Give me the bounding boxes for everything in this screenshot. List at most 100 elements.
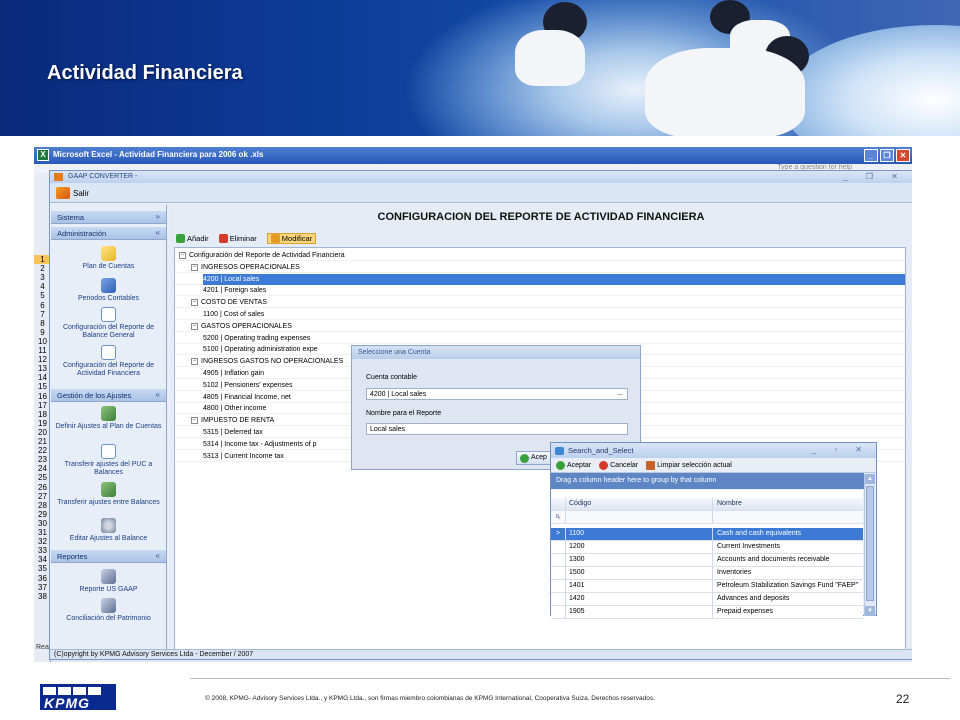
cuenta-field[interactable]: 4200 | Local sales ... <box>366 388 628 400</box>
footer-divider <box>190 678 950 679</box>
cell-codigo: 1200 <box>567 541 713 553</box>
search-window-icon <box>555 447 564 455</box>
document-icon <box>101 444 116 459</box>
section-reportes[interactable]: Reportes « <box>51 550 166 563</box>
collapse-icon[interactable]: − <box>191 263 198 271</box>
table-row[interactable]: 1420 Advances and deposits <box>551 593 863 606</box>
report-title: CONFIGURACION DEL REPORTE DE ACTIVIDAD F… <box>377 211 705 223</box>
column-header-codigo[interactable]: Código <box>567 498 713 510</box>
section-sistema-label: Sistema <box>57 213 85 222</box>
table-row[interactable]: 1300 Accounts and documents receivable <box>551 554 863 567</box>
tree-account-node[interactable]: 5100 | Operating administration expe <box>203 344 318 355</box>
tree-group-node[interactable]: − Configuración del Reporte de Actividad … <box>179 250 345 261</box>
tree-node-label: 5200 | Operating trading expenses <box>203 334 311 342</box>
search-and-select-window: Search_and_Select _ ▫ ✕ Aceptar Cancelar… <box>550 442 877 619</box>
nav-plan-de-cuentas[interactable]: Plan de Cuentas <box>51 246 166 278</box>
modify-button[interactable]: Modificar <box>266 232 317 244</box>
nav-label: Plan de Cuentas <box>82 263 135 270</box>
nav-config-balance-general[interactable]: Configuración del Reporte de Balance Gen… <box>51 307 166 345</box>
table-row[interactable]: 1905 Prepaid expenses <box>551 606 863 619</box>
table-row[interactable]: 1500 Inventories <box>551 567 863 580</box>
column-header-nombre[interactable]: Nombre <box>715 498 863 510</box>
tree-account-node[interactable]: 4805 | Financial Income, net <box>203 392 291 403</box>
restore-icon[interactable]: ❐ <box>880 149 894 162</box>
tree-node-label: 4800 | Other income <box>203 405 267 413</box>
tree-group-node[interactable]: − INGRESOS OPERACIONALES <box>191 262 300 273</box>
tree-account-node[interactable]: 1100 | Cost of sales <box>203 309 264 320</box>
cell-codigo: 1905 <box>567 606 713 618</box>
filter-nombre[interactable] <box>715 511 863 523</box>
clear-selection-button[interactable]: Limpiar selección actual <box>646 460 732 470</box>
dialog-accept-label: Acep <box>531 454 547 461</box>
collapse-icon[interactable]: − <box>191 322 198 330</box>
row-indicator <box>551 593 566 605</box>
nombre-field[interactable]: Local sales <box>366 423 628 435</box>
row-indicator: > <box>551 528 566 540</box>
tree-group-node[interactable]: − INGRESOS GASTOS NO OPERACIONALES <box>191 356 343 367</box>
gaap-window-controls[interactable]: _ ❐ ✕ <box>843 172 906 181</box>
tree-account-node[interactable]: 4200 | Local sales <box>203 273 905 285</box>
check-icon <box>520 454 529 463</box>
cell-codigo: 1401 <box>567 580 713 592</box>
tree-account-node[interactable]: 4800 | Other income <box>203 403 266 414</box>
tree-account-node[interactable]: 5313 | Current Income tax <box>203 451 284 462</box>
nav-definir-ajustes[interactable]: Definir Ajustes al Plan de Cuentas <box>51 406 166 444</box>
tree-group-node[interactable]: − COSTO DE VENTAS <box>191 297 267 308</box>
scroll-down-icon[interactable]: ▼ <box>865 606 875 616</box>
tree-account-node[interactable]: 5200 | Operating trading expenses <box>203 333 310 344</box>
excel-status: Rea <box>36 644 49 651</box>
tree-account-node[interactable]: 4201 | Foreign sales <box>203 285 266 296</box>
section-administracion[interactable]: Administración « <box>51 227 166 240</box>
tree-account-node[interactable]: 5315 | Deferred tax <box>203 427 263 438</box>
scroll-thumb[interactable] <box>866 486 874 601</box>
filter-codigo[interactable] <box>567 511 713 523</box>
salir-button[interactable]: Salir <box>56 187 89 199</box>
reportes-items: Reporte US GAAP Conciliación del Patrimo… <box>51 563 166 624</box>
grid-scrollbar[interactable]: ▲ ▼ <box>864 474 875 616</box>
search-window-controls[interactable]: _ ▫ ✕ <box>812 445 870 454</box>
tree-account-node[interactable]: 5102 | Pensioners' expenses <box>203 380 293 391</box>
accept-button[interactable]: Aceptar <box>556 460 591 470</box>
filter-row[interactable]: ꝶ <box>551 511 863 524</box>
nav-conciliacion-patrimonio[interactable]: Conciliación del Patrimonio <box>51 598 166 624</box>
section-gestion-ajustes[interactable]: Gestión de los Ajustes « <box>51 389 166 402</box>
tree-account-node[interactable]: 4905 | Inflation gain <box>203 368 264 379</box>
ellipsis-button[interactable]: ... <box>617 390 623 397</box>
cancel-button[interactable]: Cancelar <box>599 460 638 470</box>
gaap-title: GAAP CONVERTER - <box>68 173 138 180</box>
nav-transferir-puc[interactable]: Transferir ajustes del PUC a Balances <box>51 444 166 482</box>
nav-reporte-us-gaap[interactable]: Reporte US GAAP <box>51 569 166 598</box>
row-indicator <box>551 567 566 579</box>
table-row[interactable]: 1200 Current Investments <box>551 541 863 554</box>
tree-group-node[interactable]: − IMPUESTO DE RENTA <box>191 415 274 426</box>
collapse-icon[interactable]: − <box>191 417 198 425</box>
tree-account-node[interactable]: 5314 | Income tax - Adjustments of p <box>203 439 317 450</box>
add-button[interactable]: Añadir <box>176 233 209 243</box>
section-sistema[interactable]: Sistema » <box>51 211 166 224</box>
gaap-title-bar: GAAP CONVERTER - _ ❐ ✕ <box>50 171 912 183</box>
nav-label: Transferir ajustes del PUC a Balances <box>64 461 153 476</box>
collapse-icon[interactable]: − <box>179 252 186 259</box>
tree-node-label: INGRESOS GASTOS NO OPERACIONALES <box>201 358 344 366</box>
nav-periodos-contables[interactable]: Periodos Contables <box>51 278 166 307</box>
nav-config-actividad-financiera[interactable]: Configuración del Reporte de Actividad F… <box>51 345 166 383</box>
delete-button[interactable]: Eliminar <box>218 233 257 243</box>
close-icon[interactable]: ✕ <box>896 149 910 162</box>
book-icon <box>101 278 116 293</box>
section-administracion-label: Administración <box>57 229 107 238</box>
cell-codigo: 1100 <box>567 528 713 540</box>
nav-editar-ajustes[interactable]: Editar Ajustes al Balance <box>51 518 166 546</box>
group-by-area[interactable]: Drag a column header here to group by th… <box>551 473 864 489</box>
collapse-icon[interactable]: − <box>191 358 198 366</box>
tree-node-label: 5102 | Pensioners' expenses <box>203 381 293 389</box>
collapse-icon[interactable]: − <box>191 299 198 307</box>
table-row[interactable]: 1401 Petroleum Stabilization Savings Fund… <box>551 580 863 593</box>
scroll-up-icon[interactable]: ▲ <box>865 474 875 484</box>
nav-transferir-balances[interactable]: Transferir ajustes entre Balances <box>51 482 166 518</box>
table-row[interactable]: >1100 Cash and cash equivalents <box>551 528 863 541</box>
tree-group-node[interactable]: − GASTOS OPERACIONALES <box>191 321 292 332</box>
cell-nombre: Advances and deposits <box>717 595 790 602</box>
printer-icon <box>101 569 116 584</box>
cell-nombre: Inventories <box>717 569 752 576</box>
minimize-icon[interactable]: _ <box>864 149 878 162</box>
